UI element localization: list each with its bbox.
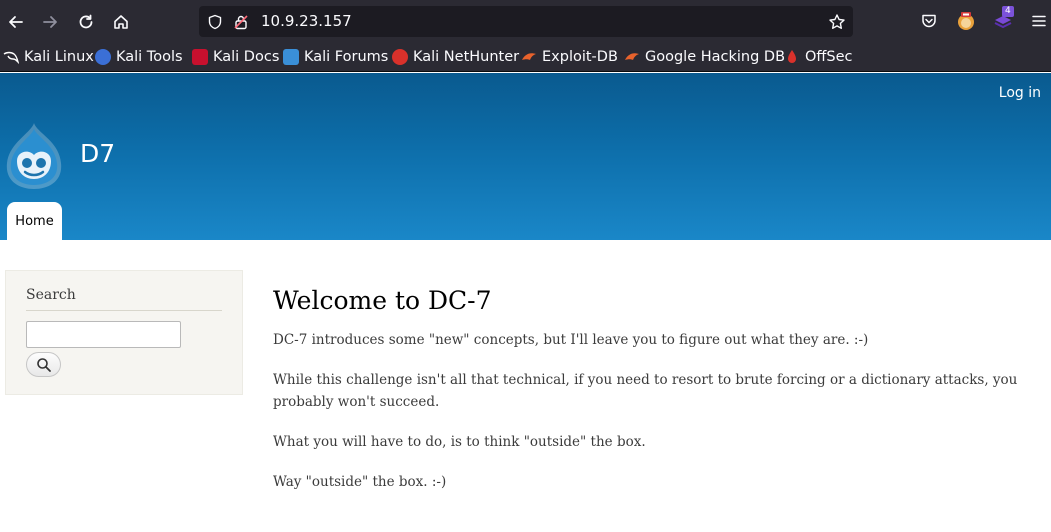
url-text[interactable]: 10.9.23.157 bbox=[261, 12, 352, 30]
bookmark-label: Kali Forums bbox=[304, 49, 389, 65]
bookmark-kali-forums[interactable]: Kali Forums bbox=[283, 47, 388, 67]
site-header: Log in D7 Home bbox=[0, 73, 1051, 240]
bookmark-label: OffSec bbox=[805, 49, 853, 65]
extension-purple-icon[interactable]: 4 bbox=[991, 6, 1015, 33]
bookmark-star-icon[interactable] bbox=[828, 13, 846, 31]
menu-hamburger-icon[interactable] bbox=[1027, 9, 1051, 33]
main-content: Welcome to DC-7 DC-7 introduces some "ne… bbox=[273, 286, 1033, 511]
bookmarks-bar: Kali Linux Kali Tools Kali Docs Kali For… bbox=[0, 43, 1051, 72]
kali-tools-icon bbox=[95, 49, 111, 65]
bookmark-label: Exploit-DB bbox=[542, 49, 618, 65]
extension-foxyproxy-icon[interactable] bbox=[954, 9, 978, 33]
nethunter-icon bbox=[392, 49, 408, 65]
drupal-logo-icon[interactable] bbox=[3, 121, 65, 191]
bookmark-offsec[interactable]: OffSec bbox=[784, 47, 853, 67]
arrow-right-icon bbox=[43, 16, 57, 28]
forward-button[interactable] bbox=[37, 9, 63, 35]
web-page: Log in D7 Home Search Welcome to DC-7 DC… bbox=[0, 73, 1051, 532]
bookmark-label: Google Hacking DB bbox=[645, 49, 786, 65]
search-icon bbox=[36, 357, 51, 372]
arrow-left-icon bbox=[9, 16, 23, 28]
bookmark-google-hacking-db[interactable]: Google Hacking DB bbox=[624, 47, 785, 67]
content-paragraph: What you will have to do, is to think "o… bbox=[273, 434, 646, 450]
kali-dragon-icon bbox=[3, 49, 20, 65]
content-paragraph: Way "outside" the box. :-) bbox=[273, 474, 447, 490]
home-icon bbox=[114, 15, 128, 29]
divider bbox=[26, 310, 222, 311]
content-paragraph: While this challenge isn't all that tech… bbox=[273, 372, 1018, 410]
back-button[interactable] bbox=[3, 9, 29, 35]
extension-badge: 4 bbox=[1002, 6, 1014, 17]
tab-home[interactable]: Home bbox=[7, 202, 62, 240]
insecure-lock-icon[interactable] bbox=[232, 13, 250, 31]
bookmark-exploit-db[interactable]: Exploit-DB bbox=[521, 47, 618, 67]
content-paragraph: DC-7 introduces some "new" concepts, but… bbox=[273, 332, 869, 348]
search-input[interactable] bbox=[26, 321, 181, 348]
kali-docs-icon bbox=[192, 49, 208, 65]
bookmark-kali-docs[interactable]: Kali Docs bbox=[192, 47, 279, 67]
browser-toolbar: 10.9.23.157 4 bbox=[0, 0, 1051, 43]
shield-icon[interactable] bbox=[206, 13, 224, 31]
search-block-title: Search bbox=[26, 287, 76, 303]
search-button[interactable] bbox=[26, 352, 61, 377]
bookmark-kali-tools[interactable]: Kali Tools bbox=[95, 47, 183, 67]
bookmark-label: Kali Linux bbox=[24, 49, 94, 65]
bookmark-label: Kali Docs bbox=[213, 49, 280, 65]
bookmark-label: Kali Tools bbox=[116, 49, 183, 65]
url-bar[interactable]: 10.9.23.157 bbox=[199, 6, 853, 37]
pocket-icon[interactable] bbox=[917, 9, 941, 33]
bookmark-label: Kali NetHunter bbox=[413, 49, 520, 65]
offsec-icon bbox=[784, 49, 800, 65]
search-block: Search bbox=[5, 270, 243, 395]
page-title: Welcome to DC-7 bbox=[273, 286, 492, 315]
bookmark-kali-nethunter[interactable]: Kali NetHunter bbox=[392, 47, 519, 67]
site-name[interactable]: D7 bbox=[80, 139, 115, 168]
login-link[interactable]: Log in bbox=[999, 85, 1041, 101]
reload-icon bbox=[79, 14, 93, 29]
reload-button[interactable] bbox=[73, 9, 99, 35]
home-button[interactable] bbox=[108, 9, 134, 35]
kali-forums-icon bbox=[283, 49, 299, 65]
bookmark-kali-linux[interactable]: Kali Linux bbox=[3, 47, 94, 67]
ghdb-icon bbox=[624, 49, 640, 65]
exploit-db-icon bbox=[521, 49, 537, 65]
